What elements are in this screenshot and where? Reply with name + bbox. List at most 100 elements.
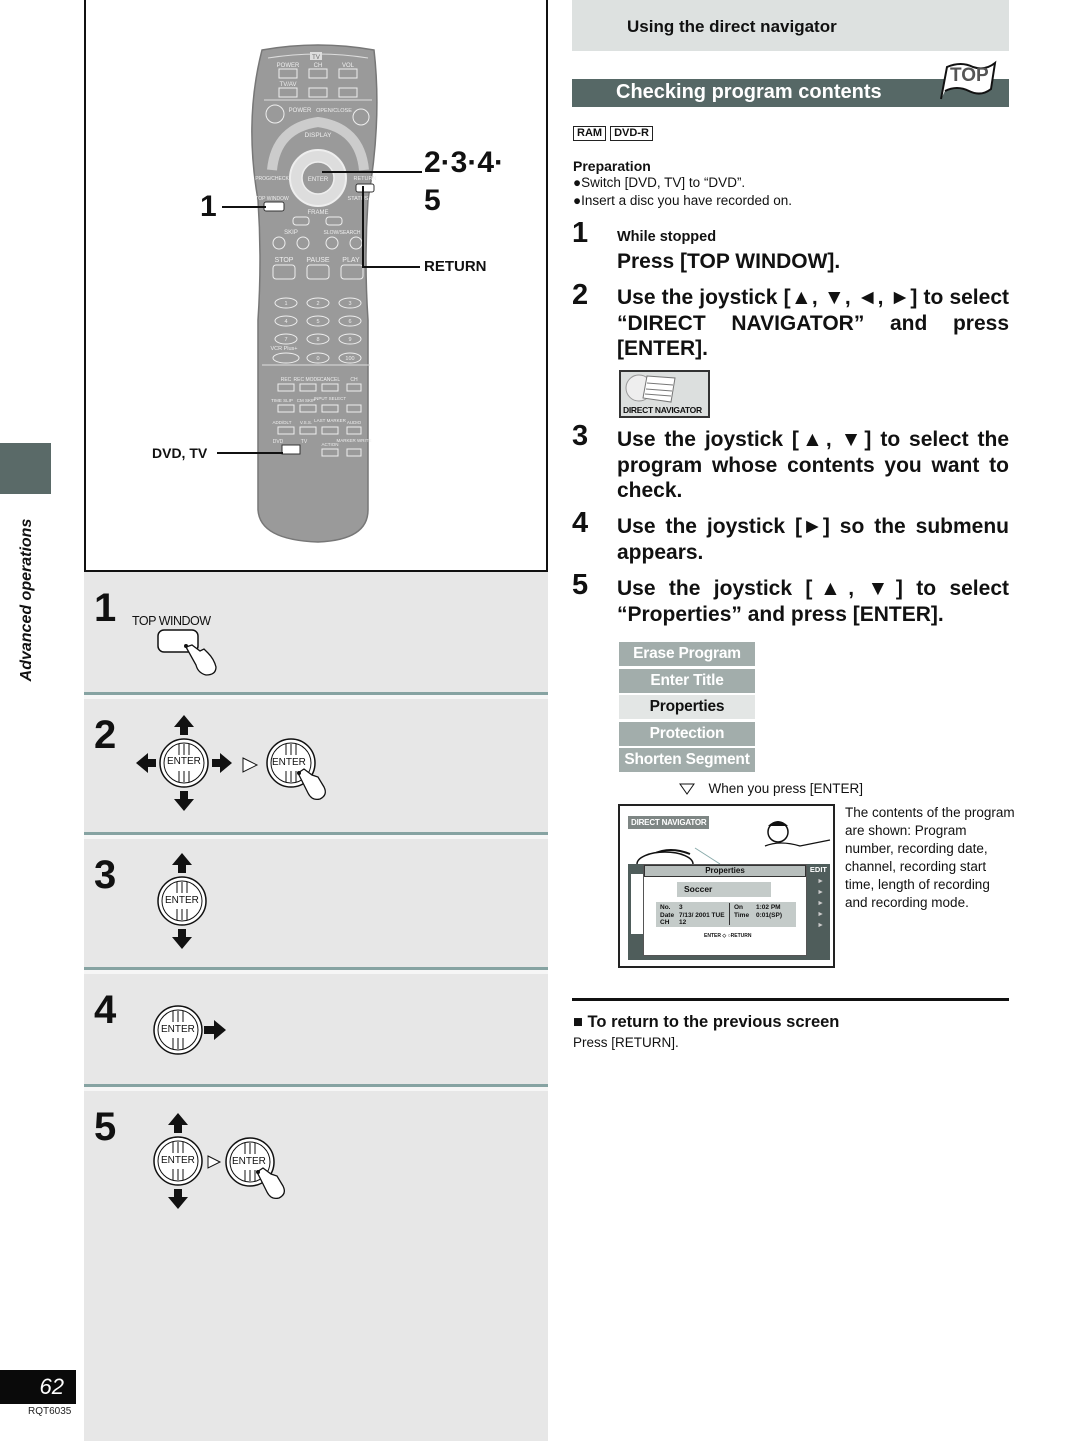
svg-text:TIME SLIP: TIME SLIP	[271, 398, 293, 403]
submenu-item-erase-program[interactable]: Erase Program	[619, 642, 755, 666]
submenu-item-shorten-segment[interactable]: Shorten Segment	[619, 748, 755, 773]
remote-digit-label: 6	[348, 319, 351, 325]
svg-text:FRAME: FRAME	[308, 210, 329, 216]
svg-text:CANCEL: CANCEL	[320, 377, 341, 383]
submenu-item-enter-title[interactable]: Enter Title	[619, 668, 755, 693]
remote-digit-label: 9	[348, 337, 351, 343]
svg-text:CM SKIP: CM SKIP	[297, 398, 316, 403]
svg-text:CH: CH	[314, 63, 323, 69]
preparation-item: ●Insert a disc you have recorded on.	[573, 193, 793, 208]
callout-steps-2-5: 2·3·4·	[424, 146, 505, 179]
recording-start-time: 1:02 PM	[756, 904, 781, 911]
svg-text:TV/AV: TV/AV	[280, 82, 297, 88]
document-code: RQT6035	[28, 1406, 72, 1417]
svg-text:TOP WINDOW: TOP WINDOW	[255, 196, 289, 202]
remote-digit-label: 3	[348, 301, 351, 307]
illustration-step-number: 5	[94, 1105, 117, 1149]
screen-description: The contents of the program are shown: P…	[845, 805, 1015, 910]
top-flag-icon: TOP	[937, 59, 999, 106]
return-note-title: ■ To return to the previous screen	[573, 1013, 840, 1031]
properties-screen-illustration: DIRECT NAVIGATOR EDIT ► ► ► ► ► Properties S…	[618, 804, 835, 968]
svg-text:REC: REC	[281, 377, 292, 383]
preparation-item: ●Switch [DVD, TV] to “DVD”.	[573, 175, 746, 190]
program-number: 3	[679, 904, 683, 911]
preparation-title: Preparation	[573, 158, 651, 174]
svg-text:VOL: VOL	[342, 63, 355, 69]
svg-text:VCR Plus+: VCR Plus+	[270, 346, 297, 352]
callout-line-step-1	[222, 206, 266, 208]
page-heading: Checking program contents TOP	[572, 60, 1009, 107]
enter-label: ENTER	[232, 1156, 266, 1167]
footer-enter-label: ENTER	[704, 933, 721, 939]
svg-text:V.S.S.: V.S.S.	[300, 420, 312, 425]
svg-text:ENTER: ENTER	[308, 177, 329, 183]
section-tab-marker	[0, 443, 51, 494]
properties-dialog: Properties Soccer No. Date CH 3 7/13/ 2001 …	[643, 864, 807, 956]
remote-digit-label: 8	[316, 337, 319, 343]
properties-dialog-title: Properties	[644, 865, 806, 877]
svg-text:POWER: POWER	[289, 108, 312, 114]
submenu-item-protection[interactable]: Protection	[619, 721, 755, 746]
remote-digit-label: 4	[284, 319, 287, 325]
svg-text:DISPLAY: DISPLAY	[305, 132, 333, 139]
joystick-four-way-icon: ENTER	[134, 713, 234, 818]
program-title: Soccer	[677, 882, 771, 897]
step-number: 5	[572, 569, 589, 601]
section-banner: Using the direct navigator	[572, 0, 1009, 51]
illustration-column: TV POWER CH VOL TV/AV POWER OPEN/CLOSE D…	[84, 0, 548, 1441]
svg-text:SLOW/SEARCH: SLOW/SEARCH	[324, 230, 361, 236]
callout-line-return-vertical	[362, 186, 364, 268]
enter-label: ENTER	[167, 756, 201, 767]
remote-digit-label: 2	[316, 301, 319, 307]
svg-text:INPUT SELECT: INPUT SELECT	[314, 396, 346, 401]
enter-label: ENTER	[161, 1024, 195, 1035]
illustration-step-number: 2	[94, 713, 117, 757]
svg-text:OPEN/CLOSE: OPEN/CLOSE	[316, 108, 352, 114]
section-divider	[572, 998, 1009, 1001]
recording-date: 7/13/ 2001 TUE	[679, 911, 725, 919]
svg-text:STATUS: STATUS	[348, 196, 369, 202]
illustration-step-number: 3	[94, 853, 117, 897]
down-triangle-icon	[679, 783, 695, 795]
joystick-small-icon: ◇	[722, 933, 727, 939]
svg-text:REC MODE: REC MODE	[294, 377, 322, 383]
badge-ram: RAM	[573, 126, 607, 141]
disc-badges: RAM DVD-R	[573, 123, 657, 141]
submenu-item-properties[interactable]: Properties	[619, 695, 755, 720]
svg-text:ADD/DLT: ADD/DLT	[273, 420, 292, 425]
step-number: 4	[572, 507, 589, 539]
callout-line-dvd-tv	[217, 452, 283, 454]
remote-illustration-box: TV POWER CH VOL TV/AV POWER OPEN/CLOSE D…	[84, 0, 548, 572]
callout-return: RETURN	[424, 258, 487, 275]
enter-press-icon: ENTER	[264, 737, 334, 812]
enter-label: ENTER	[272, 757, 306, 768]
page-title: Checking program contents	[616, 81, 882, 103]
svg-text:PAUSE: PAUSE	[306, 257, 330, 264]
illustration-step-number: 4	[94, 988, 117, 1032]
step-5-instruction: Use the joystick [▲, ▼] to select “Prope…	[617, 577, 1009, 626]
footer-return-label: RETURN	[730, 933, 752, 939]
svg-text:POWER: POWER	[277, 63, 300, 69]
step-1-instruction: Press [TOP WINDOW].	[617, 250, 841, 273]
joystick-up-down-icon: ENTER	[152, 1111, 204, 1216]
svg-text:CH: CH	[350, 377, 358, 383]
illustration-step-number: 1	[94, 586, 117, 630]
top-window-button-label: TOP WINDOW	[132, 614, 211, 628]
edit-arrows-icon: ► ► ► ► ►	[817, 878, 824, 929]
svg-text:TV: TV	[301, 439, 308, 445]
enter-press-icon: ENTER	[224, 1136, 294, 1211]
remote-digit-label: 1	[284, 301, 287, 307]
remote-digit-label: 7	[284, 337, 287, 343]
svg-text:0: 0	[316, 356, 319, 362]
svg-text:PROG/CHECK: PROG/CHECK	[255, 176, 289, 182]
illustration-step-5: 5 ENTER ENTER	[84, 1091, 548, 1441]
recording-channel: 12	[679, 919, 687, 926]
callout-steps-2-5-cont: 5	[424, 184, 441, 217]
step-4-instruction: Use the joystick [►] so the submenu appe…	[617, 515, 1009, 564]
step-2-instruction: Use the joystick [▲, ▼, ◄, ►] to select …	[617, 286, 1009, 360]
recording-length: 0:01(SP)	[756, 911, 783, 919]
svg-text:LAST MARKER: LAST MARKER	[314, 418, 346, 423]
top-flag-label: TOP	[950, 65, 989, 86]
svg-text:DVD: DVD	[273, 439, 284, 445]
program-properties-table: No. Date CH 3 7/13/ 2001 TUE 12 On Time 1:02 …	[656, 902, 796, 927]
